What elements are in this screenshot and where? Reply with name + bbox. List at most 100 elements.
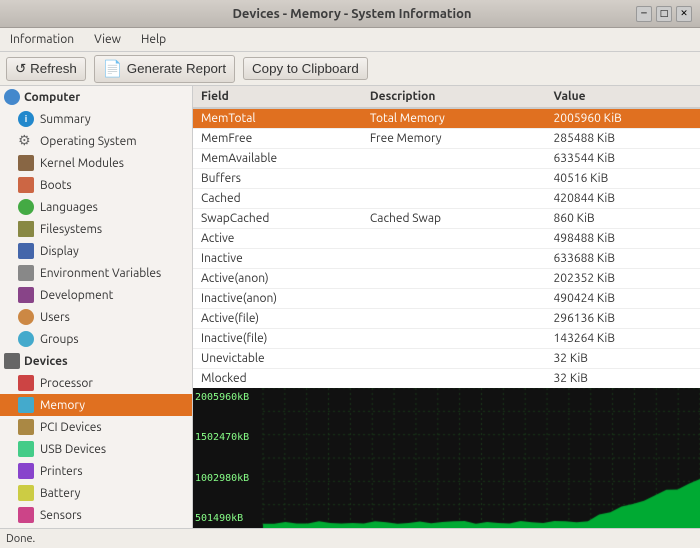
table-row[interactable]: Cached 420844 KiB	[193, 189, 700, 209]
col-value: Value	[546, 86, 700, 108]
titlebar: Devices - Memory - System Information ─ …	[0, 0, 700, 28]
sidebar-item-boots[interactable]: Boots	[0, 174, 192, 196]
chart-label-0: 2005960kB	[195, 392, 261, 403]
cell-field: MemFree	[193, 129, 362, 149]
sidebar: Computer i Summary ⚙ Operating System Ke…	[0, 86, 193, 528]
sidebar-item-summary[interactable]: i Summary	[0, 108, 192, 130]
cell-field: Active	[193, 229, 362, 249]
memory-icon	[18, 397, 34, 413]
cell-description	[362, 149, 546, 169]
minimize-button[interactable]: ─	[636, 6, 652, 22]
fs-icon	[18, 221, 34, 237]
cell-field: Cached	[193, 189, 362, 209]
memory-chart: 2005960kB 1502470kB 1002980kB 501490kB	[193, 388, 700, 528]
table-row[interactable]: MemTotalTotal Memory2005960 KiB	[193, 108, 700, 129]
cell-field: Inactive	[193, 249, 362, 269]
sidebar-item-languages[interactable]: Languages	[0, 196, 192, 218]
sidebar-item-sensors[interactable]: Sensors	[0, 504, 192, 526]
refresh-button[interactable]: ↺ Refresh	[6, 57, 86, 81]
chart-label-1: 1502470kB	[195, 432, 261, 443]
cell-field: SwapCached	[193, 209, 362, 229]
table-row[interactable]: Unevictable32 KiB	[193, 349, 700, 369]
cell-field: Buffers	[193, 169, 362, 189]
sidebar-item-printers[interactable]: Printers	[0, 460, 192, 482]
col-description: Description	[362, 86, 546, 108]
cell-description	[362, 189, 546, 209]
cell-value: 2005960 KiB	[546, 108, 700, 129]
menu-information[interactable]: Information	[4, 31, 80, 48]
table-row[interactable]: SwapCachedCached Swap860 KiB	[193, 209, 700, 229]
menu-help[interactable]: Help	[135, 31, 172, 48]
sidebar-group-devices[interactable]: Devices	[0, 350, 192, 372]
cell-field: Mlocked	[193, 369, 362, 389]
table-row[interactable]: Inactive(anon) 490424 KiB	[193, 289, 700, 309]
table-row[interactable]: Active(anon)202352 KiB	[193, 269, 700, 289]
battery-icon	[18, 485, 34, 501]
cell-description	[362, 349, 546, 369]
dev-icon	[18, 287, 34, 303]
cell-field: MemAvailable	[193, 149, 362, 169]
cell-value: 40516 KiB	[546, 169, 700, 189]
sidebar-item-processor[interactable]: Processor	[0, 372, 192, 394]
os-icon: ⚙	[18, 133, 34, 149]
env-icon	[18, 265, 34, 281]
window-controls[interactable]: ─ □ ✕	[636, 6, 692, 22]
col-field: Field	[193, 86, 362, 108]
table-row[interactable]: Active498488 KiB	[193, 229, 700, 249]
table-row[interactable]: MemFreeFree Memory285488 KiB	[193, 129, 700, 149]
summary-icon: i	[18, 111, 34, 127]
cell-value: 32 KiB	[546, 369, 700, 389]
sidebar-item-groups[interactable]: Groups	[0, 328, 192, 350]
sidebar-group-computer[interactable]: Computer	[0, 86, 192, 108]
processor-icon	[18, 375, 34, 391]
table-row[interactable]: Active(file)296136 KiB	[193, 309, 700, 329]
cell-value: 633688 KiB	[546, 249, 700, 269]
cell-description	[362, 229, 546, 249]
menu-view[interactable]: View	[88, 31, 127, 48]
sidebar-item-memory[interactable]: Memory	[0, 394, 192, 416]
sidebar-item-filesystems[interactable]: Filesystems	[0, 218, 192, 240]
cell-value: 420844 KiB	[546, 189, 700, 209]
cell-value: 202352 KiB	[546, 269, 700, 289]
copy-to-clipboard-button[interactable]: Copy to Clipboard	[243, 57, 368, 80]
report-icon: 📄	[103, 59, 123, 79]
cell-description	[362, 249, 546, 269]
cell-value: 296136 KiB	[546, 309, 700, 329]
table-container[interactable]: Field Description Value MemTotalTotal Me…	[193, 86, 700, 388]
sidebar-item-usb-devices[interactable]: USB Devices	[0, 438, 192, 460]
cell-value: 860 KiB	[546, 209, 700, 229]
display-icon	[18, 243, 34, 259]
main-content: Computer i Summary ⚙ Operating System Ke…	[0, 86, 700, 528]
cell-field: Unevictable	[193, 349, 362, 369]
sidebar-item-display[interactable]: Display	[0, 240, 192, 262]
cell-description	[362, 309, 546, 329]
maximize-button[interactable]: □	[656, 6, 672, 22]
cell-description: Total Memory	[362, 108, 546, 129]
sidebar-item-users[interactable]: Users	[0, 306, 192, 328]
table-row[interactable]: Mlocked 32 KiB	[193, 369, 700, 389]
generate-report-button[interactable]: 📄 Generate Report	[94, 55, 235, 83]
status-text: Done.	[6, 533, 35, 545]
table-row[interactable]: Inactive(file)143264 KiB	[193, 329, 700, 349]
table-row[interactable]: MemAvailable 633544 KiB	[193, 149, 700, 169]
sidebar-item-development[interactable]: Development	[0, 284, 192, 306]
close-button[interactable]: ✕	[676, 6, 692, 22]
table-row[interactable]: Inactive 633688 KiB	[193, 249, 700, 269]
sidebar-item-environment-variables[interactable]: Environment Variables	[0, 262, 192, 284]
cell-value: 490424 KiB	[546, 289, 700, 309]
sidebar-item-kernel-modules[interactable]: Kernel Modules	[0, 152, 192, 174]
refresh-icon: ↺	[15, 61, 26, 77]
sidebar-item-battery[interactable]: Battery	[0, 482, 192, 504]
chart-label-3: 501490kB	[195, 513, 261, 524]
cell-description	[362, 329, 546, 349]
statusbar: Done.	[0, 528, 700, 548]
cell-value: 633544 KiB	[546, 149, 700, 169]
cell-value: 143264 KiB	[546, 329, 700, 349]
users-icon	[18, 309, 34, 325]
table-row[interactable]: Buffers 40516 KiB	[193, 169, 700, 189]
sidebar-item-pci-devices[interactable]: PCI Devices	[0, 416, 192, 438]
cell-field: Inactive(anon)	[193, 289, 362, 309]
sidebar-item-operating-system[interactable]: ⚙ Operating System	[0, 130, 192, 152]
cell-description	[362, 269, 546, 289]
content-area: Field Description Value MemTotalTotal Me…	[193, 86, 700, 528]
